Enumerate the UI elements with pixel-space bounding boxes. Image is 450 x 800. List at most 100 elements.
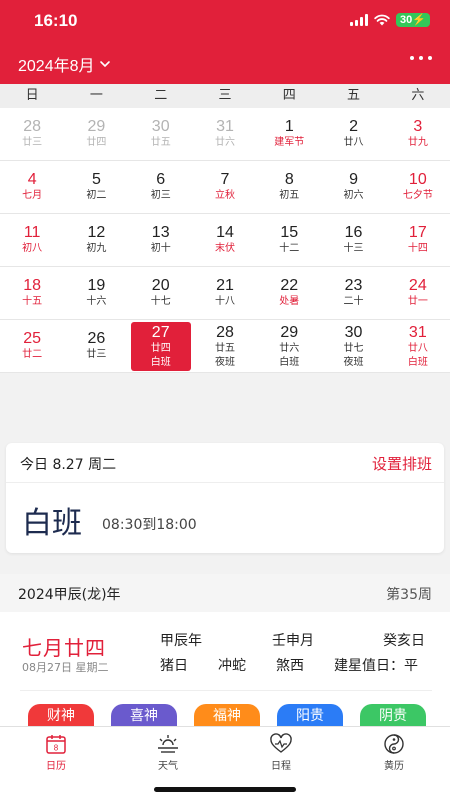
tab-calendar[interactable]: 8 日历 bbox=[21, 733, 91, 772]
lunar-label: 七月 bbox=[22, 190, 43, 201]
calendar-week-row: 28 廿三 29 廿四 30 廿五 31 廿六 1 建军节 2 廿八 3 廿九 bbox=[0, 108, 450, 161]
lunar-label: 廿六 bbox=[214, 137, 235, 148]
shift-label: 夜班 bbox=[343, 357, 364, 368]
calendar-day[interactable]: 29 廿四 bbox=[64, 108, 128, 160]
calendar-day[interactable]: 24 廿一 bbox=[386, 267, 450, 319]
weekday-label: 六 bbox=[411, 88, 425, 103]
calendar-day[interactable]: 28 廿三 bbox=[0, 108, 64, 160]
status-bar: 16:10 30⚡ bbox=[0, 0, 450, 44]
calendar-day[interactable]: 2 廿八 bbox=[321, 108, 385, 160]
lunar-label: 廿四 bbox=[150, 343, 171, 354]
calendar-day[interactable]: 20 十七 bbox=[129, 267, 193, 319]
calendar-day[interactable]: 23 二十 bbox=[321, 267, 385, 319]
lunar-label: 末伏 bbox=[214, 243, 235, 254]
day-number: 28 bbox=[216, 324, 234, 341]
calendar-day[interactable]: 17 十四 bbox=[386, 214, 450, 266]
wifi-icon bbox=[374, 14, 390, 26]
day-number: 21 bbox=[216, 277, 234, 294]
almanac-panel[interactable]: 七月廿四 08月27日 星期二 甲辰年 壬申月 癸亥日 猪日 冲蛇 煞西 建星值… bbox=[0, 612, 450, 728]
gods-row: 财神 喜神 福神 阳贵 阴贵 bbox=[28, 704, 426, 728]
calendar-day[interactable]: 31 廿八 白班 bbox=[386, 320, 450, 372]
battery-icon: 30⚡ bbox=[396, 13, 430, 27]
day-number: 20 bbox=[151, 277, 170, 294]
shift-name: 白班 bbox=[22, 506, 82, 541]
calendar-day[interactable]: 21 十八 bbox=[193, 267, 257, 319]
calendar-day[interactable]: 4 七月 bbox=[0, 161, 64, 213]
divider bbox=[20, 690, 432, 691]
god-badge[interactable]: 财神 bbox=[28, 704, 94, 728]
calendar-day[interactable]: 28 廿五 夜班 bbox=[193, 320, 257, 372]
calendar-day-selected[interactable]: 27 廿四 白班 bbox=[129, 320, 193, 372]
calendar-day[interactable]: 12 初九 bbox=[64, 214, 128, 266]
month-selector[interactable]: 2024年8月 bbox=[18, 52, 111, 76]
day-number: 14 bbox=[216, 224, 234, 241]
day-number: 27 bbox=[151, 324, 170, 341]
calendar-day[interactable]: 9 初六 bbox=[321, 161, 385, 213]
week-label: 第35周 bbox=[386, 587, 432, 603]
calendar-day[interactable]: 29 廿六 白班 bbox=[257, 320, 321, 372]
lunar-label: 七夕节 bbox=[402, 190, 433, 201]
battery-level: 30 bbox=[400, 14, 413, 26]
weekday-label: 一 bbox=[89, 88, 103, 103]
calendar-day[interactable]: 22 处暑 bbox=[257, 267, 321, 319]
year-bar: 2024甲辰(龙)年 第35周 bbox=[0, 574, 450, 612]
day-number: 16 bbox=[344, 224, 363, 241]
tab-weather[interactable]: 天气 bbox=[133, 733, 203, 772]
calendar-day[interactable]: 18 十五 bbox=[0, 267, 64, 319]
weather-icon bbox=[158, 735, 178, 753]
calendar-day[interactable]: 6 初三 bbox=[129, 161, 193, 213]
calendar-day[interactable]: 5 初二 bbox=[64, 161, 128, 213]
set-shift-button[interactable]: 设置排班 bbox=[372, 453, 432, 474]
solar-date: 08月27日 星期二 bbox=[22, 661, 109, 674]
day-number: 3 bbox=[413, 118, 423, 135]
calendar-day[interactable]: 3 廿九 bbox=[386, 108, 450, 160]
god-badge[interactable]: 喜神 bbox=[111, 704, 177, 728]
weekday-label: 日 bbox=[25, 88, 39, 103]
calendar-day[interactable]: 30 廿七 夜班 bbox=[321, 320, 385, 372]
calendar-day[interactable]: 25 廿二 bbox=[0, 320, 64, 372]
lunar-label: 建军节 bbox=[274, 137, 305, 148]
god-badge[interactable]: 阴贵 bbox=[360, 704, 426, 728]
weekday-label: 五 bbox=[347, 88, 361, 103]
status-time: 16:10 bbox=[34, 11, 78, 30]
schedule-heart-icon bbox=[270, 733, 292, 753]
calendar-day[interactable]: 8 初五 bbox=[257, 161, 321, 213]
calendar-day[interactable]: 10 七夕节 bbox=[386, 161, 450, 213]
calendar-day[interactable]: 11 初八 bbox=[0, 214, 64, 266]
day-number: 31 bbox=[408, 324, 427, 341]
calendar-day[interactable]: 13 初十 bbox=[129, 214, 193, 266]
tab-almanac[interactable]: 黄历 bbox=[359, 733, 429, 772]
tab-label: 黄历 bbox=[384, 761, 404, 772]
more-icon[interactable] bbox=[410, 56, 432, 60]
day-number: 22 bbox=[280, 277, 299, 294]
calendar-day[interactable]: 31 廿六 bbox=[193, 108, 257, 160]
calendar-day[interactable]: 19 十六 bbox=[64, 267, 128, 319]
tab-label: 天气 bbox=[158, 761, 178, 772]
calendar-day[interactable]: 1 建军节 bbox=[257, 108, 321, 160]
tab-schedule[interactable]: 日程 bbox=[246, 733, 316, 772]
app-root: 16:10 30⚡ 2024年8月 日 一 二 三 四 五 六 28 廿三 29… bbox=[0, 0, 450, 800]
weekday-label: 二 bbox=[154, 88, 168, 103]
lunar-label: 廿一 bbox=[407, 296, 428, 307]
lunar-label: 初二 bbox=[86, 190, 107, 201]
day-number: 30 bbox=[151, 118, 170, 135]
day-number: 26 bbox=[87, 330, 106, 347]
lunar-label: 廿五 bbox=[214, 343, 235, 354]
calendar-day[interactable]: 26 廿三 bbox=[64, 320, 128, 372]
calendar-day[interactable]: 15 十二 bbox=[257, 214, 321, 266]
tab-label: 日历 bbox=[46, 761, 66, 772]
lunar-label: 廿五 bbox=[150, 137, 171, 148]
shift-card-header: 今日 8.27 周二 设置排班 bbox=[6, 443, 444, 483]
calendar-day[interactable]: 30 廿五 bbox=[129, 108, 193, 160]
lunar-label: 十八 bbox=[214, 296, 235, 307]
month-title: 2024年8月 bbox=[18, 58, 95, 75]
calendar-day[interactable]: 16 十三 bbox=[321, 214, 385, 266]
year-ganzhi: 甲辰年 bbox=[160, 633, 202, 649]
day-number: 4 bbox=[27, 171, 37, 188]
calendar-day[interactable]: 14 末伏 bbox=[193, 214, 257, 266]
lunar-label: 廿七 bbox=[343, 343, 364, 354]
god-badge[interactable]: 阳贵 bbox=[277, 704, 343, 728]
calendar-day[interactable]: 7 立秋 bbox=[193, 161, 257, 213]
god-badge[interactable]: 福神 bbox=[194, 704, 260, 728]
calendar-icon: 8 bbox=[46, 735, 66, 754]
